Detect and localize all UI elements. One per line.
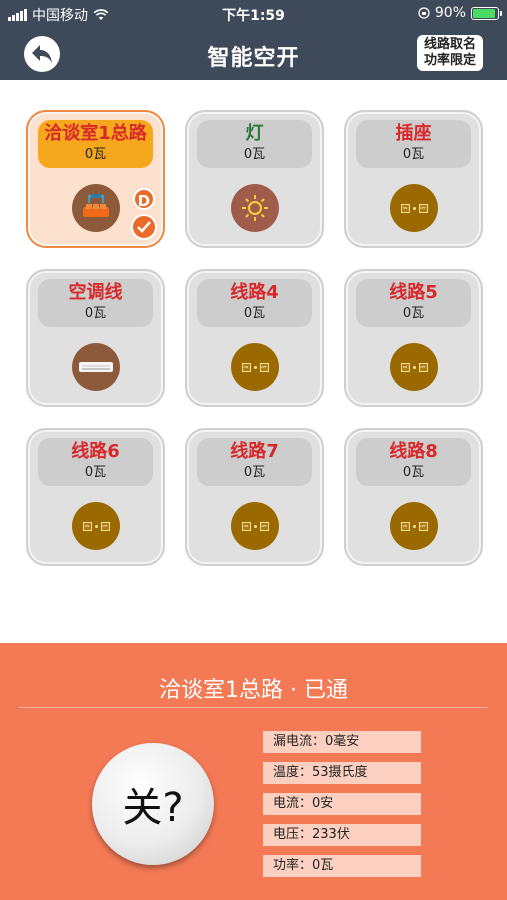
tile-power: 0瓦 [243,465,266,480]
battery-icon [471,6,502,20]
tile-name: 插座 [395,123,432,144]
tile-name: 洽谈室1总路 [44,123,147,144]
circuit-tile[interactable]: 线路7 0瓦 ON OFF [185,428,324,566]
tile-power: 0瓦 [243,147,266,162]
control-panel: 洽谈室1总路 · 已通 关? 漏电流：0毫安 温度：53摄氏度 电流：0安 电压… [0,643,507,900]
circuit-tile[interactable]: 插座 0瓦 ON OFF [344,110,483,248]
tile-power: 0瓦 [402,306,425,321]
d-badge: D [133,188,155,210]
current-readout: 电流：0安 [263,793,421,815]
circuit-tile[interactable]: 线路4 0瓦 ON OFF [185,269,324,407]
check-icon [131,214,157,240]
tile-power: 0瓦 [84,306,107,321]
switch-off-button[interactable]: 关? [92,743,214,865]
tile-header: 空调线 0瓦 [38,279,153,327]
tile-power: 0瓦 [402,465,425,480]
nav-bar: 智能空开 线路取名 功率限定 [0,28,507,80]
tile-power: 0瓦 [84,465,107,480]
tile-name: 灯 [245,123,264,144]
battery-percent: 90% [434,5,466,21]
circuit-tile[interactable]: 洽谈室1总路 0瓦 D [26,110,165,248]
tile-header: 洽谈室1总路 0瓦 [38,120,153,168]
tile-power: 0瓦 [243,306,266,321]
sun-icon [231,184,279,232]
socket-icon: ON OFF [390,184,438,232]
status-bar: 中国移动 下午1:59 90% [0,0,507,28]
air-conditioner-icon [72,343,120,391]
tile-header: 线路5 0瓦 [356,279,471,327]
tile-header: 插座 0瓦 [356,120,471,168]
circuit-tile[interactable]: 空调线 0瓦 [26,269,165,407]
tile-name: 线路6 [71,441,120,462]
tile-name: 空调线 [68,282,123,303]
tile-header: 线路6 0瓦 [38,438,153,486]
socket-icon: ON OFF [390,343,438,391]
divider [19,707,488,708]
tile-power: 0瓦 [402,147,425,162]
tile-name: 线路8 [389,441,438,462]
power-strip-icon [72,184,120,232]
voltage-readout: 电压：233伏 [263,824,421,846]
tile-power: 0瓦 [84,147,107,162]
power-limit-label: 功率限定 [423,53,476,68]
circuit-naming-label: 线路取名 [423,37,476,52]
socket-icon: ON OFF [231,502,279,550]
leakage-current-readout: 漏电流：0毫安 [263,731,421,753]
socket-icon: ON OFF [231,343,279,391]
tile-header: 线路7 0瓦 [197,438,312,486]
temperature-readout: 温度：53摄氏度 [263,762,421,784]
circuit-naming-button[interactable]: 线路取名 功率限定 [417,35,483,71]
socket-icon: ON OFF [390,502,438,550]
socket-icon: ON OFF [72,502,120,550]
tile-header: 线路4 0瓦 [197,279,312,327]
circuit-tile[interactable]: 线路5 0瓦 ON OFF [344,269,483,407]
tile-name: 线路5 [389,282,438,303]
tile-header: 灯 0瓦 [197,120,312,168]
tile-header: 线路8 0瓦 [356,438,471,486]
circuit-tile[interactable]: 线路8 0瓦 ON OFF [344,428,483,566]
metrics-list: 漏电流：0毫安 温度：53摄氏度 电流：0安 电压：233伏 功率：0瓦 [263,731,421,886]
circuit-tile[interactable]: 灯 0瓦 [185,110,324,248]
circuit-tile[interactable]: 线路6 0瓦 ON OFF [26,428,165,566]
tile-name: 线路4 [230,282,279,303]
power-readout: 功率：0瓦 [263,855,421,877]
panel-status-title: 洽谈室1总路 · 已通 [159,678,348,703]
orientation-lock-icon [418,7,430,19]
tile-name: 线路7 [230,441,279,462]
circuit-grid: 洽谈室1总路 0瓦 D 灯 0瓦 插座 0瓦 ON OFF 空调线 0瓦 线路4… [26,110,484,566]
